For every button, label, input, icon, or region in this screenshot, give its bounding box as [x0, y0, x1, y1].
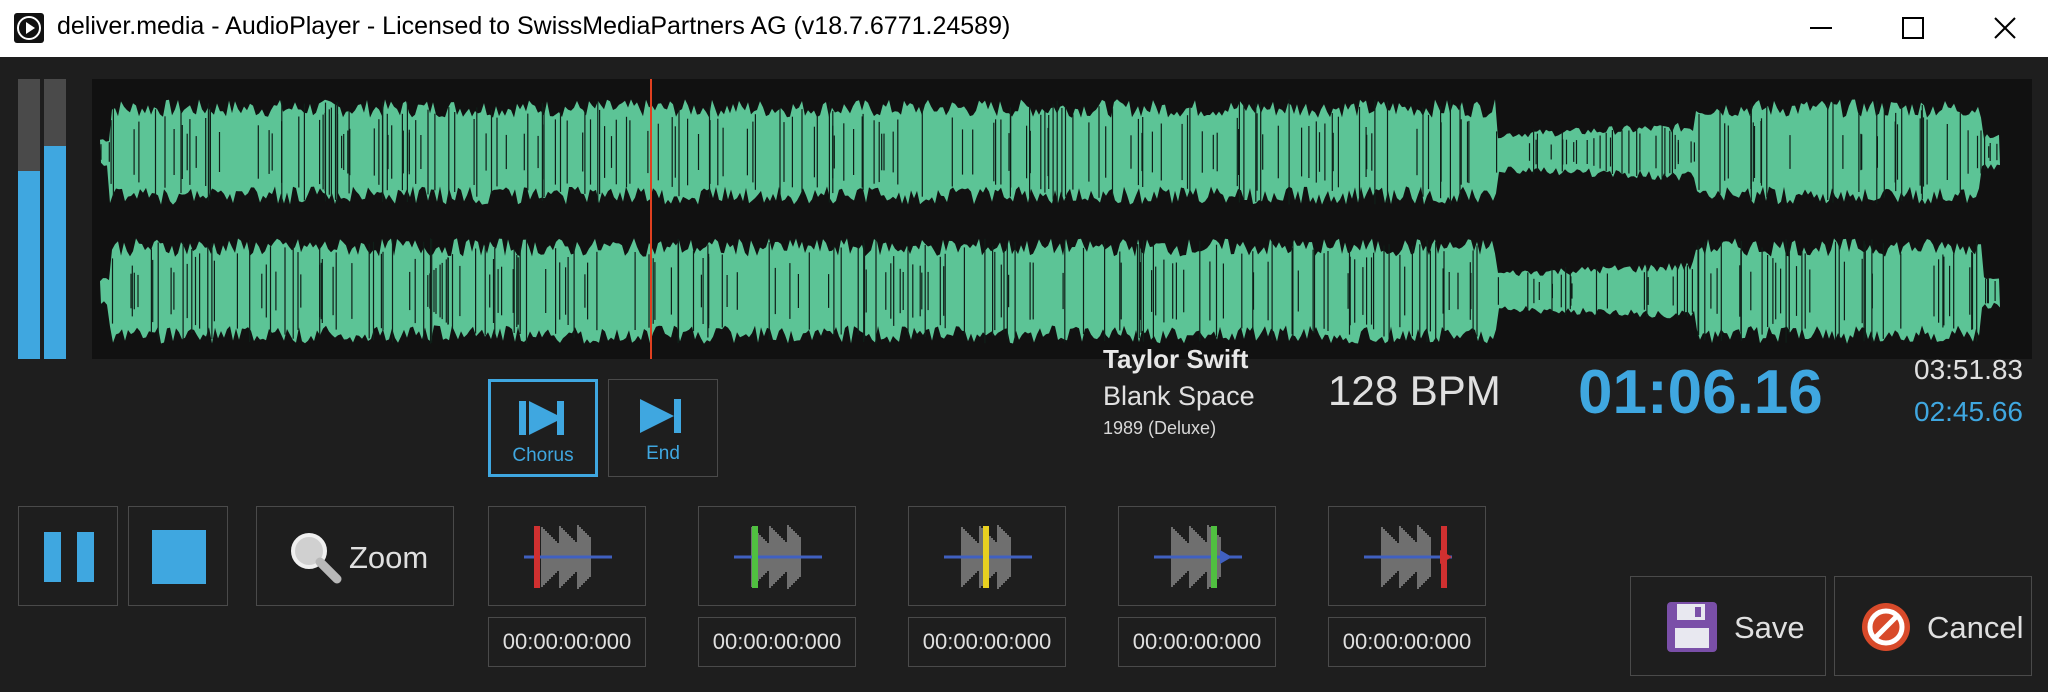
cue-point-button[interactable]	[1118, 506, 1276, 606]
chorus-label: Chorus	[512, 445, 574, 466]
close-button[interactable]	[1959, 0, 2048, 57]
cue-point-button[interactable]	[908, 506, 1066, 606]
vu-meter-left-level	[18, 171, 40, 359]
cue-end-red-icon	[1364, 525, 1452, 589]
track-album: 1989 (Deluxe)	[1103, 418, 1217, 438]
cue-timecode-field[interactable]: 00:00:00:000	[698, 617, 856, 667]
cue-timecode-field[interactable]: 00:00:00:000	[908, 617, 1066, 667]
cancel-icon	[1862, 603, 1910, 651]
close-icon	[1994, 17, 2016, 39]
cue-timecode-field[interactable]: 00:00:00:000	[488, 617, 646, 667]
minimize-icon	[1810, 27, 1832, 29]
remaining-time: 02:45.66	[1914, 396, 2023, 427]
stop-icon	[152, 530, 206, 584]
waveform-envelope	[100, 238, 2000, 344]
cue-yellow-icon	[944, 525, 1032, 589]
cancel-label: Cancel	[1927, 610, 2024, 645]
waveform-channel-right	[100, 238, 2000, 344]
waveform-display[interactable]	[92, 79, 2032, 359]
cue-point-button[interactable]	[1328, 506, 1486, 606]
cue-green-icon	[734, 525, 822, 589]
minimize-button[interactable]	[1775, 0, 1867, 57]
app-logo-icon	[14, 13, 44, 43]
total-duration: 03:51.83	[1914, 354, 2023, 385]
zoom-button[interactable]: Zoom	[256, 506, 454, 606]
pause-button[interactable]	[18, 506, 118, 606]
end-label: End	[646, 443, 680, 464]
skip-to-marker-icon	[519, 401, 564, 435]
vu-meter-left	[18, 79, 40, 359]
maximize-icon	[1902, 17, 1924, 39]
cue-start-red-icon	[524, 525, 612, 589]
stop-button[interactable]	[128, 506, 228, 606]
end-marker-button[interactable]: End	[608, 379, 718, 477]
zoom-label: Zoom	[349, 540, 429, 575]
track-artist: Taylor Swift	[1103, 344, 1249, 374]
save-label: Save	[1734, 610, 1805, 645]
cue-point-button[interactable]	[698, 506, 856, 606]
title-bar: deliver.media - AudioPlayer - Licensed t…	[0, 0, 2048, 57]
waveform-channel-left	[100, 99, 2000, 205]
cue-point-button[interactable]	[488, 506, 646, 606]
maximize-button[interactable]	[1867, 0, 1959, 57]
waveform-envelope	[100, 99, 2000, 205]
cancel-button[interactable]: Cancel	[1834, 576, 2032, 676]
chorus-marker-button[interactable]: Chorus	[488, 379, 598, 477]
cue-timecode-field[interactable]: 00:00:00:000	[1328, 617, 1486, 667]
vu-meter-right	[44, 79, 66, 359]
floppy-disk-icon	[1667, 602, 1717, 652]
vu-meter-right-level	[44, 146, 66, 359]
pause-icon	[44, 532, 94, 582]
cue-timecode-field[interactable]: 00:00:00:000	[1118, 617, 1276, 667]
save-button[interactable]: Save	[1630, 576, 1826, 676]
bpm-display: 128 BPM	[1328, 367, 1501, 414]
window-title: deliver.media - AudioPlayer - Licensed t…	[57, 12, 1011, 40]
playback-position: 01:06.16	[1578, 358, 1823, 427]
track-title: Blank Space	[1103, 381, 1255, 411]
magnifier-icon	[291, 533, 342, 584]
skip-to-end-icon	[640, 399, 681, 433]
cue-green-arrow-icon	[1154, 525, 1242, 589]
